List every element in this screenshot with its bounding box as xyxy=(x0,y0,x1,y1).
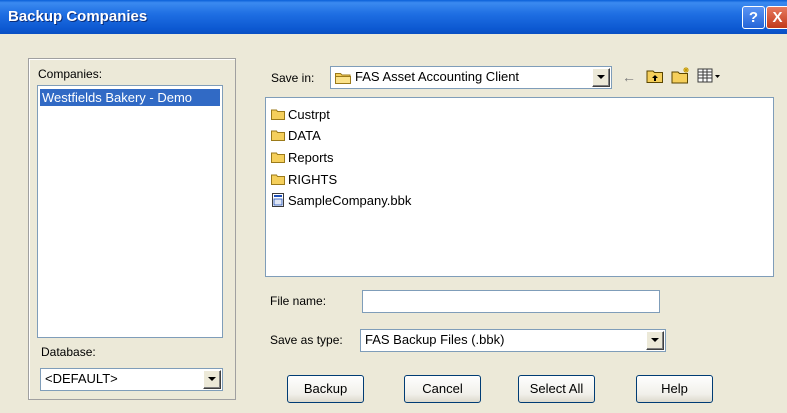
close-button[interactable]: X xyxy=(766,6,787,29)
save-in-value: FAS Asset Accounting Client xyxy=(355,69,520,84)
folder-icon xyxy=(271,130,285,141)
view-menu-icon[interactable] xyxy=(697,68,721,84)
help-title-button[interactable]: ? xyxy=(742,6,765,29)
file-name: SampleCompany.bbk xyxy=(288,193,412,208)
file-name: RIGHTS xyxy=(288,172,338,187)
save-in-label: Save in: xyxy=(271,71,315,85)
folder-icon xyxy=(271,174,285,185)
cancel-button[interactable]: Cancel xyxy=(404,375,481,403)
file-name-label: File name: xyxy=(270,294,327,308)
file-name: Reports xyxy=(288,150,334,165)
folder-icon xyxy=(335,73,351,84)
company-item[interactable]: Westfields Bakery - Demo xyxy=(40,89,220,106)
database-value: <DEFAULT> xyxy=(45,371,118,386)
database-select[interactable]: <DEFAULT> xyxy=(40,368,223,391)
save-as-type-select[interactable]: FAS Backup Files (.bbk) xyxy=(360,329,666,352)
window-title: Backup Companies xyxy=(8,8,148,25)
file-name: Custrpt xyxy=(288,107,330,122)
file-name-input[interactable] xyxy=(362,290,660,313)
backup-companies-dialog: Backup Companies ? X Companies: Westfiel… xyxy=(0,0,787,413)
chevron-down-icon[interactable] xyxy=(203,370,221,389)
backup-file-icon xyxy=(272,193,284,207)
save-in-select[interactable]: FAS Asset Accounting Client xyxy=(330,66,612,89)
back-arrow-icon[interactable]: ← xyxy=(622,69,636,85)
chevron-down-icon[interactable] xyxy=(592,68,610,87)
save-as-type-value: FAS Backup Files (.bbk) xyxy=(365,332,505,347)
file-list[interactable]: Custrpt DATA Reports RIGHTS SampleCompan… xyxy=(265,97,774,277)
chevron-down-icon[interactable] xyxy=(646,331,664,350)
backup-button[interactable]: Backup xyxy=(287,375,364,403)
file-name: DATA xyxy=(288,128,321,143)
title-bar[interactable]: Backup Companies ? X xyxy=(0,0,787,34)
new-folder-icon[interactable] xyxy=(671,66,691,84)
companies-list[interactable]: Westfields Bakery - Demo xyxy=(37,85,223,338)
companies-label: Companies: xyxy=(38,67,103,81)
help-button[interactable]: Help xyxy=(636,375,713,403)
select-all-button[interactable]: Select All xyxy=(518,375,595,403)
folder-icon xyxy=(271,152,285,163)
folder-icon xyxy=(271,109,285,120)
database-label: Database: xyxy=(41,345,96,359)
save-as-type-label: Save as type: xyxy=(270,333,343,347)
up-folder-icon[interactable] xyxy=(646,68,664,84)
